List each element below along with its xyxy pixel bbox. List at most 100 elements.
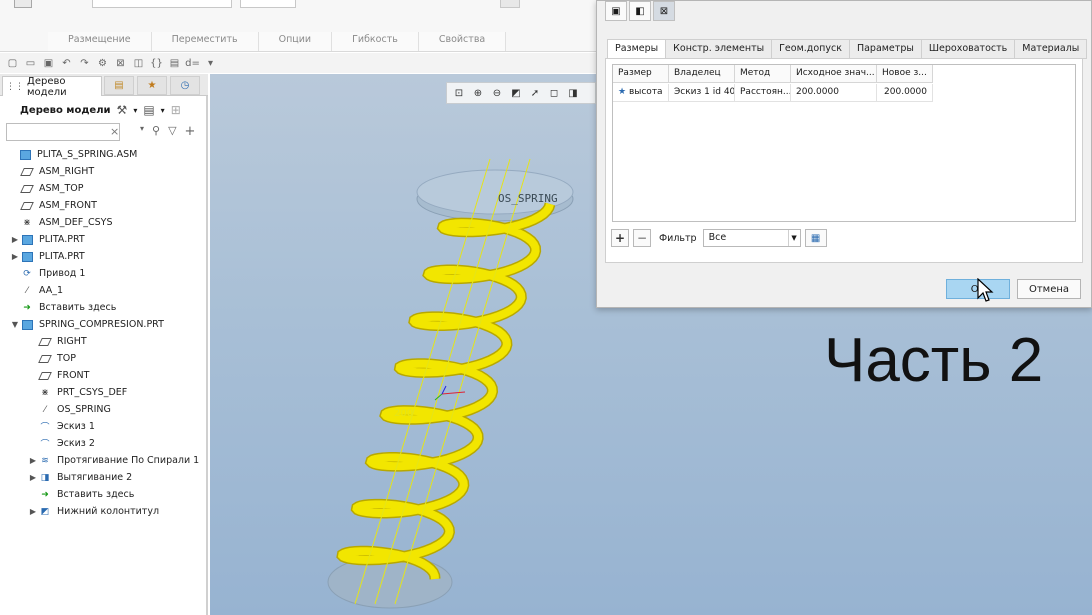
zoom-in-icon[interactable]: ⊕ xyxy=(470,85,486,101)
tree-item-label: Эскиз 1 xyxy=(57,421,95,432)
saved-views-icon[interactable]: ◨ xyxy=(565,85,581,101)
tree-item[interactable]: ⌒ Эскиз 1 xyxy=(0,418,95,435)
tree-item[interactable]: ▶ ≋ Протягивание По Спирали 1 xyxy=(0,452,199,469)
save-icon[interactable]: ▣ xyxy=(42,57,55,70)
regenerate-icon[interactable]: ⚙ xyxy=(96,57,109,70)
switch-dimensions-icon[interactable]: d= xyxy=(185,57,200,70)
expand-right-icon[interactable]: ▶ xyxy=(28,456,38,465)
windows-icon[interactable]: ⊠ xyxy=(114,57,127,70)
dialog-mode-icon[interactable]: ▣ xyxy=(605,1,627,21)
tab-dimensions[interactable]: Размеры xyxy=(607,39,667,59)
expand-right-icon[interactable]: ▶ xyxy=(10,252,20,261)
find-icon[interactable]: ⚲ xyxy=(152,124,160,139)
ribbon-dropdown[interactable] xyxy=(92,0,232,8)
tree-item[interactable]: ▶ ◩ Нижний колонтитул xyxy=(0,503,159,520)
ribbon-tab-options[interactable]: Опции xyxy=(258,32,333,51)
expand-right-icon[interactable]: ▶ xyxy=(10,235,20,244)
datum-plane-icon xyxy=(38,370,52,382)
tree-item[interactable]: ⋇ ASM_DEF_CSYS xyxy=(0,214,112,231)
tab-favorites[interactable]: ★ xyxy=(137,76,167,95)
column-header[interactable]: Владелец xyxy=(669,65,735,83)
redo-icon[interactable]: ↷ xyxy=(78,57,91,70)
clear-search-icon[interactable]: × xyxy=(110,125,119,138)
chevron-down-icon[interactable]: ▾ xyxy=(133,106,137,115)
tree-item[interactable]: ▼ SPRING_COMPRESION.PRT xyxy=(0,316,164,333)
tab-features[interactable]: Констр. элементы xyxy=(666,39,773,59)
undo-icon[interactable]: ↶ xyxy=(60,57,73,70)
cancel-button[interactable]: Отмена xyxy=(1017,279,1081,299)
tree-item[interactable]: ⌒ Эскиз 2 xyxy=(0,435,94,452)
filter-icon[interactable]: ▽ xyxy=(168,124,176,139)
table-cell[interactable]: 200.0000 xyxy=(791,84,877,102)
ribbon-tab-placement[interactable]: Размещение xyxy=(48,32,152,51)
tree-item[interactable]: ⟳ Привод 1 xyxy=(0,265,85,282)
tree-settings-icon[interactable]: ⚒ xyxy=(117,103,128,117)
column-header[interactable]: Новое з... xyxy=(877,65,933,83)
ribbon-dropdown[interactable] xyxy=(240,0,296,8)
table-settings-button[interactable]: ▦ xyxy=(804,229,827,247)
tree-item[interactable]: ➜ Вставить здесь xyxy=(0,299,116,316)
display-style-icon[interactable]: ◻ xyxy=(546,85,562,101)
tab-history[interactable]: ◷ xyxy=(170,76,200,95)
tree-columns-icon[interactable]: ▤ xyxy=(143,103,154,117)
tree-filter-icon[interactable]: ⊞ xyxy=(171,103,181,117)
tab-parameters[interactable]: Параметры xyxy=(849,39,922,59)
tree-item[interactable]: ▶ PLITA.PRT xyxy=(0,231,85,248)
column-header[interactable]: Метод xyxy=(735,65,791,83)
axis-line xyxy=(354,158,491,605)
tree-item[interactable]: ASM_TOP xyxy=(0,180,84,197)
remove-row-button[interactable]: − xyxy=(633,229,651,247)
column-header[interactable]: Размер xyxy=(613,65,669,83)
tree-item[interactable]: TOP xyxy=(0,350,76,367)
filter-select[interactable]: Все ▼ xyxy=(702,229,801,247)
tree-item[interactable]: ASM_RIGHT xyxy=(0,163,94,180)
tab-roughness[interactable]: Шероховатость xyxy=(921,39,1016,59)
perspective-icon[interactable]: ➚ xyxy=(527,85,543,101)
expand-right-icon[interactable]: ▶ xyxy=(28,473,38,482)
new-file-icon[interactable]: ▢ xyxy=(6,57,19,70)
tree-item[interactable]: RIGHT xyxy=(0,333,87,350)
table-cell[interactable]: Эскиз 1 id 40 xyxy=(669,84,735,102)
column-header[interactable]: Исходное знач... xyxy=(791,65,877,83)
refit-icon[interactable]: ⊡ xyxy=(451,85,467,101)
tree-item-label: ASM_RIGHT xyxy=(39,166,95,177)
tree-item[interactable]: PLITA_S_SPRING.ASM xyxy=(0,146,137,163)
tab-gtol[interactable]: Геом.допуск xyxy=(772,39,850,59)
tree-item[interactable]: ➜ Вставить здесь xyxy=(0,486,134,503)
part-icon xyxy=(20,319,34,331)
dialog-filter-icon[interactable]: ⊠ xyxy=(653,1,675,21)
tree-item[interactable]: ⁄ AA_1 xyxy=(0,282,63,299)
table-cell[interactable]: 200.0000 xyxy=(877,84,933,102)
zoom-out-icon[interactable]: ⊖ xyxy=(489,85,505,101)
close-window-icon[interactable]: ◫ xyxy=(132,57,145,70)
search-input[interactable] xyxy=(6,123,120,141)
parameters-icon[interactable]: ▤ xyxy=(168,57,181,70)
ribbon-tab-move[interactable]: Переместить xyxy=(151,32,259,51)
expand-down-icon[interactable]: ▼ xyxy=(10,320,20,329)
ribbon-tab-properties[interactable]: Свойства xyxy=(418,32,507,51)
open-file-icon[interactable]: ▭ xyxy=(24,57,37,70)
tab-materials[interactable]: Материалы xyxy=(1015,39,1088,59)
ribbon-control[interactable] xyxy=(500,0,520,8)
add-row-button[interactable]: + xyxy=(611,229,629,247)
customize-toolbar-icon[interactable]: ▾ xyxy=(204,57,217,70)
tree-item[interactable]: ⋇ PRT_CSYS_DEF xyxy=(0,384,127,401)
ribbon-tab-flexibility[interactable]: Гибкость xyxy=(332,32,419,51)
tree-item[interactable]: ▶ PLITA.PRT xyxy=(0,248,85,265)
tree-item[interactable]: ▶ ◨ Вытягивание 2 xyxy=(0,469,132,486)
tree-item[interactable]: ⁄ OS_SPRING xyxy=(0,401,111,418)
expand-right-icon[interactable]: ▶ xyxy=(28,507,38,516)
chevron-down-icon[interactable]: ▾ xyxy=(161,106,165,115)
chevron-down-icon[interactable]: ▾ xyxy=(140,124,144,139)
repaint-icon[interactable]: ◩ xyxy=(508,85,524,101)
add-icon[interactable]: + xyxy=(185,124,196,139)
table-cell[interactable]: Расстоян... xyxy=(735,84,791,102)
table-cell[interactable]: ★ высота xyxy=(613,84,669,102)
relations-icon[interactable]: {} xyxy=(150,57,163,70)
ribbon-control[interactable] xyxy=(14,0,32,8)
tree-item[interactable]: FRONT xyxy=(0,367,89,384)
tab-model-tree[interactable]: ⋮⋮ Дерево модели xyxy=(2,76,102,98)
tab-folder-browser[interactable]: ▤ xyxy=(104,76,134,95)
dialog-pick-icon[interactable]: ◧ xyxy=(629,1,651,21)
tree-item[interactable]: ASM_FRONT xyxy=(0,197,97,214)
